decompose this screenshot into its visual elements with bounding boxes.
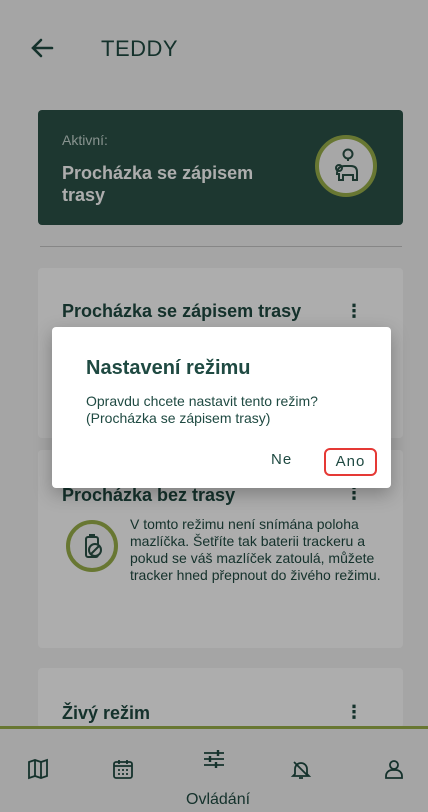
confirm-dialog: Nastavení režimu Opravdu chcete nastavit… — [52, 327, 391, 488]
cancel-button[interactable]: Ne — [271, 451, 292, 468]
app-screen: TEDDY Aktivní: Procházka se zápisem tras… — [0, 0, 428, 812]
dialog-message: Opravdu chcete nastavit tento režim? (Pr… — [86, 393, 318, 426]
confirm-button[interactable]: Ano — [324, 448, 377, 476]
dialog-title: Nastavení režimu — [86, 357, 251, 379]
